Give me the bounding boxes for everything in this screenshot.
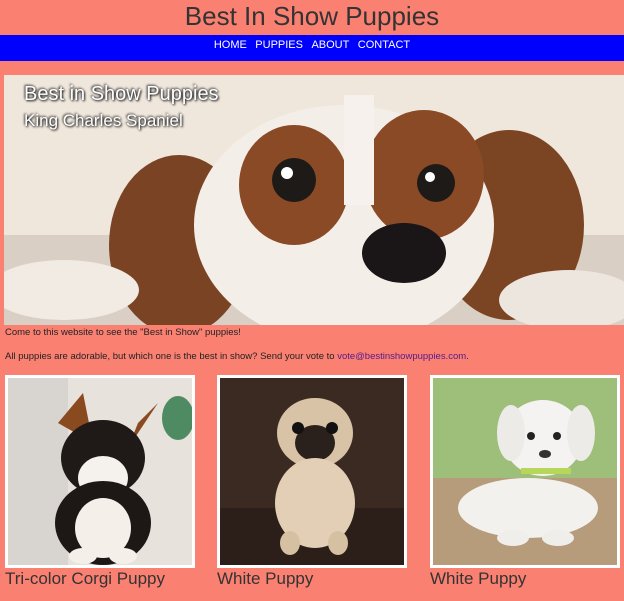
pug-puppy-image (220, 378, 404, 565)
hero-banner: Best in Show Puppies King Charles Spanie… (4, 75, 624, 325)
nav-bar: HOME PUPPIES ABOUT CONTACT (0, 35, 624, 61)
intro-text: Come to this website to see the "Best in… (5, 327, 620, 375)
hero-subtitle: King Charles Spaniel (24, 111, 183, 130)
nav-link-puppies[interactable]: PUPPIES (255, 37, 303, 54)
intro-line-1: Come to this website to see the "Best in… (5, 327, 241, 338)
intro-line-2: All puppies are adorable, but which one … (5, 351, 620, 363)
nav-link-home[interactable]: HOME (214, 37, 247, 54)
nav-link-contact[interactable]: CONTACT (358, 37, 410, 54)
puppy-card-corgi[interactable] (5, 375, 195, 568)
puppy-caption-white: White Puppy (430, 569, 527, 588)
puppy-card-white[interactable] (430, 375, 620, 568)
white-puppy-image (433, 378, 617, 565)
intro-line-2-end: . (466, 351, 469, 362)
intro-line-2-text: All puppies are adorable, but which one … (5, 351, 335, 362)
puppy-caption-pug: White Puppy (217, 569, 314, 588)
vote-email-link[interactable]: vote@bestinshowpuppies.com (337, 351, 466, 362)
hero-title: Best in Show Puppies (24, 83, 219, 105)
site-title: Best In Show Puppies (184, 1, 440, 31)
puppy-card-pug[interactable] (217, 375, 407, 568)
corgi-puppy-image (8, 378, 192, 565)
nav-link-about[interactable]: ABOUT (311, 37, 349, 54)
puppy-caption-corgi: Tri-color Corgi Puppy (5, 569, 165, 588)
